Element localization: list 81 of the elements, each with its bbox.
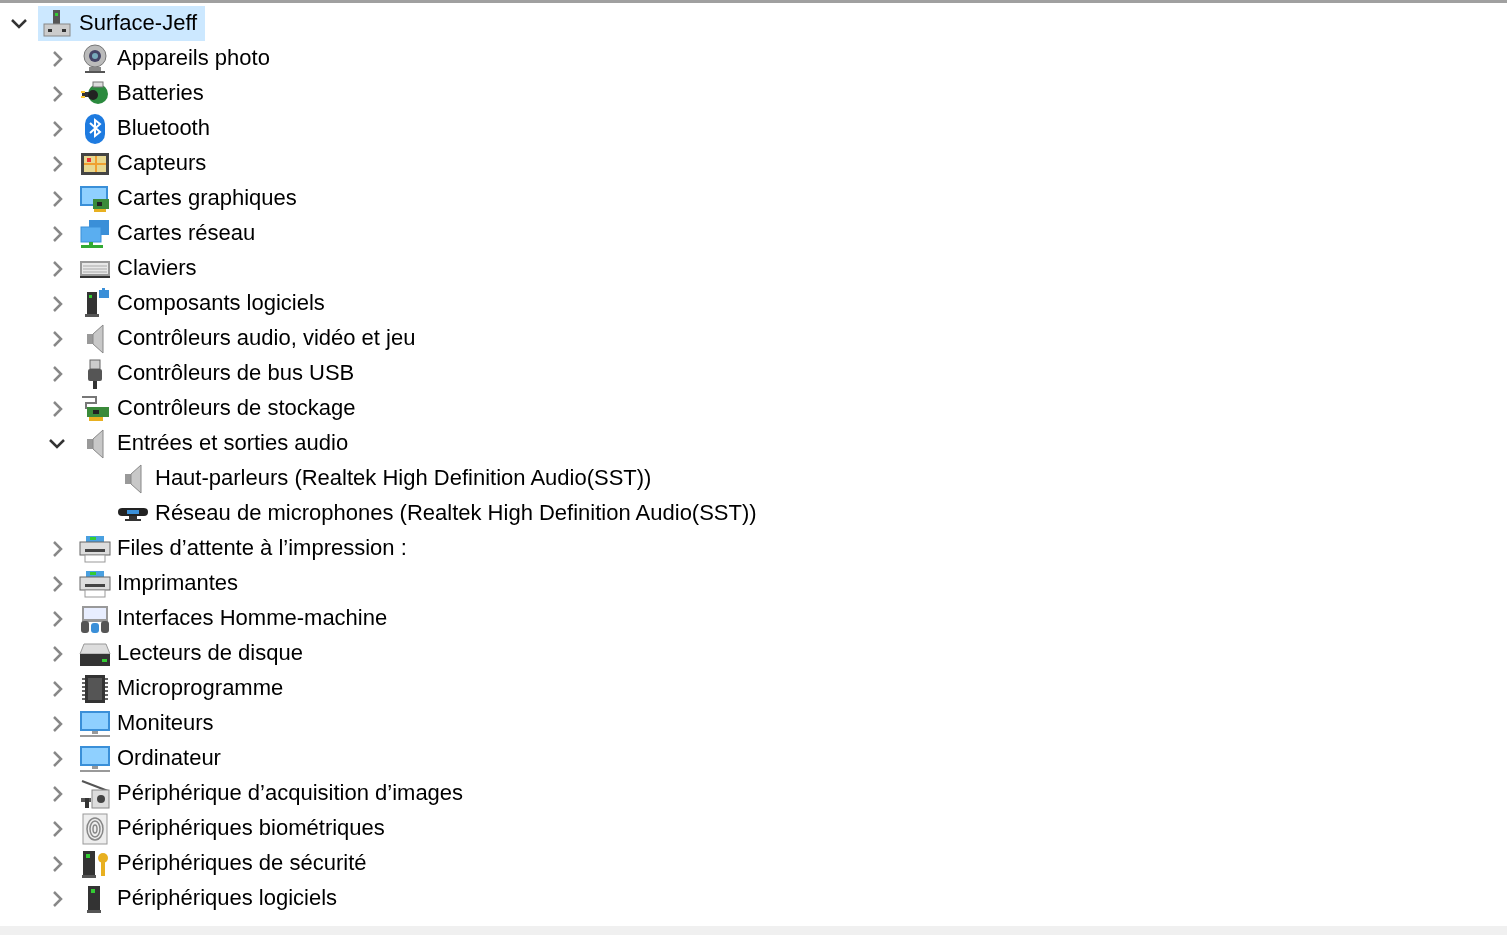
expand-chevron-icon[interactable]: [51, 49, 63, 68]
tree-item-label: Contrôleurs de bus USB: [117, 360, 355, 387]
tree-item-label: Cartes graphiques: [117, 185, 297, 212]
expand-chevron-icon[interactable]: [51, 329, 63, 348]
tree-item-label: Entrées et sorties audio: [117, 430, 349, 457]
tree-item-label: Périphérique d’acquisition d’images: [117, 780, 464, 807]
tree-item[interactable]: Moniteurs: [76, 706, 222, 741]
tree-item-label: Contrôleurs de stockage: [117, 395, 356, 422]
tree-item-label: Périphériques de sécurité: [117, 850, 367, 877]
expand-chevron-icon[interactable]: [51, 119, 63, 138]
expand-chevron-icon[interactable]: [51, 154, 63, 173]
computer-icon: [41, 7, 73, 40]
tree-item-label: Contrôleurs audio, vidéo et jeu: [117, 325, 416, 352]
tree-item-label: Périphériques biométriques: [117, 815, 385, 842]
expand-chevron-icon[interactable]: [51, 819, 63, 838]
expand-chevron-icon[interactable]: [51, 84, 63, 103]
tree-item-label: Appareils photo: [117, 45, 270, 72]
tree-item-label: Batteries: [117, 80, 204, 107]
expand-chevron-icon[interactable]: [51, 889, 63, 908]
tree-item-label: Lecteurs de disque: [117, 640, 303, 667]
tree-item[interactable]: Interfaces Homme-machine: [76, 601, 396, 636]
tree-item-label: Surface-Jeff: [79, 10, 198, 37]
tree-item-label: Moniteurs: [117, 710, 214, 737]
chip-icon: [79, 672, 111, 705]
expand-chevron-icon[interactable]: [51, 749, 63, 768]
tree-item-label: Claviers: [117, 255, 197, 282]
expand-chevron-icon[interactable]: [51, 189, 63, 208]
tree-item[interactable]: Entrées et sorties audio: [76, 426, 357, 461]
expand-chevron-icon[interactable]: [51, 609, 63, 628]
tree-item-label: Files d’attente à l’impression :: [117, 535, 407, 562]
tree-item-label: Périphériques logiciels: [117, 885, 338, 912]
tree-item[interactable]: Microprogramme: [76, 671, 292, 706]
tree-item[interactable]: Capteurs: [76, 146, 215, 181]
tree-item[interactable]: Périphériques biométriques: [76, 811, 393, 846]
tree-item-label: Interfaces Homme-machine: [117, 605, 388, 632]
fingerprint-icon: [79, 812, 111, 845]
tree-item[interactable]: Périphérique d’acquisition d’images: [76, 776, 472, 811]
tree-item-label: Cartes réseau: [117, 220, 256, 247]
expand-chevron-icon[interactable]: [51, 679, 63, 698]
tree-item-label: Microprogramme: [117, 675, 284, 702]
tree-item[interactable]: Périphériques logiciels: [76, 881, 346, 916]
expand-chevron-icon[interactable]: [51, 224, 63, 243]
tree-item[interactable]: Haut-parleurs (Realtek High Definition Audio(SST)): [114, 461, 660, 496]
tree-item[interactable]: Batteries: [76, 76, 212, 111]
tree-item[interactable]: Périphériques de sécurité: [76, 846, 375, 881]
tree-item[interactable]: Contrôleurs de bus USB: [76, 356, 363, 391]
expand-chevron-icon[interactable]: [51, 714, 63, 733]
expand-chevron-icon[interactable]: [51, 854, 63, 873]
expand-chevron-icon[interactable]: [51, 399, 63, 418]
tree-item[interactable]: Surface-Jeff: [38, 6, 206, 41]
tree-item[interactable]: Réseau de microphones (Realtek High Definition Audio(SST)): [114, 496, 765, 531]
tree-item[interactable]: Contrôleurs de stockage: [76, 391, 364, 426]
expand-chevron-icon[interactable]: [51, 574, 63, 593]
tree-item-label: Réseau de microphones (Realtek High Definition Audio(SST)): [155, 500, 757, 527]
expand-chevron-icon[interactable]: [51, 294, 63, 313]
tree-item[interactable]: Contrôleurs audio, vidéo et jeu: [76, 321, 424, 356]
collapse-chevron-icon[interactable]: [48, 438, 66, 449]
scanner-icon: [79, 777, 111, 810]
collapse-chevron-icon[interactable]: [10, 18, 28, 29]
tree-item-label: Haut-parleurs (Realtek High Definition Audio(SST)): [155, 465, 652, 492]
tree-item-label: Capteurs: [117, 150, 207, 177]
tree-item[interactable]: Appareils photo: [76, 41, 278, 76]
tree-item[interactable]: Cartes réseau: [76, 216, 264, 251]
network-icon: [79, 217, 111, 250]
tree-item[interactable]: Composants logiciels: [76, 286, 333, 321]
tree-item-label: Ordinateur: [117, 745, 221, 772]
tree-item[interactable]: Ordinateur: [76, 741, 229, 776]
tree-item-label: Imprimantes: [117, 570, 239, 597]
tree-item-label: Bluetooth: [117, 115, 210, 142]
tree-item-label: Composants logiciels: [117, 290, 325, 317]
expand-chevron-icon[interactable]: [51, 644, 63, 663]
tree-item[interactable]: Lecteurs de disque: [76, 636, 311, 671]
tree-item[interactable]: Bluetooth: [76, 111, 218, 146]
expand-chevron-icon[interactable]: [51, 259, 63, 278]
expand-chevron-icon[interactable]: [51, 364, 63, 383]
tree-item[interactable]: Imprimantes: [76, 566, 247, 601]
tree-item[interactable]: Claviers: [76, 251, 205, 286]
tree-item[interactable]: Cartes graphiques: [76, 181, 305, 216]
tree-item[interactable]: Files d’attente à l’impression :: [76, 531, 415, 566]
expand-chevron-icon[interactable]: [51, 784, 63, 803]
expand-chevron-icon[interactable]: [51, 539, 63, 558]
